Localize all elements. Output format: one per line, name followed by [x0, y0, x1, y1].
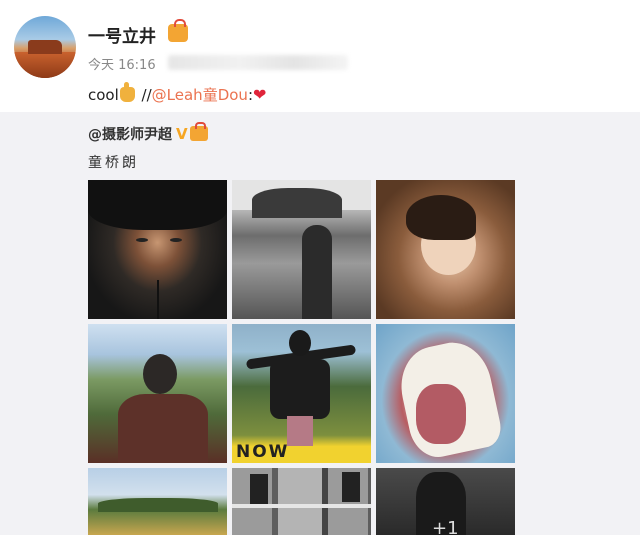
mention-link[interactable]: @Leah童Dou	[152, 86, 248, 104]
post-text: cool //@Leah童Dou:❤	[88, 82, 267, 105]
heart-icon: ❤	[253, 85, 267, 104]
blurred-source	[168, 55, 348, 70]
photo-2[interactable]	[232, 180, 371, 319]
photo-5[interactable]: NOW	[232, 324, 371, 463]
photo-9[interactable]: +1	[376, 468, 515, 535]
photo-6[interactable]	[376, 324, 515, 463]
photo-9-overlay-text: +1	[432, 518, 459, 535]
original-text: 童桥朗	[88, 155, 139, 171]
photo-3[interactable]	[376, 180, 515, 319]
thumbs-up-icon	[119, 82, 135, 102]
post-time: 今天 16:16	[88, 58, 156, 73]
photo-5-overlay-text: NOW	[236, 442, 290, 462]
verified-icon: V	[176, 125, 188, 143]
vip-badge-icon	[189, 122, 208, 141]
original-author: @摄影师尹超 V	[88, 122, 208, 144]
username[interactable]: 一号立井	[88, 22, 156, 47]
photo-1[interactable]	[88, 180, 227, 319]
post-card: 一号立井 今天 16:16 cool //@Leah童Dou:❤	[0, 0, 640, 110]
post-text-separator: //	[136, 86, 152, 104]
avatar[interactable]	[14, 16, 76, 78]
photo-4[interactable]	[88, 324, 227, 463]
vip-badge-icon	[168, 19, 188, 42]
photo-8[interactable]	[232, 468, 371, 535]
photo-grid: NOW +1	[88, 180, 518, 535]
original-author-link[interactable]: @摄影师尹超	[88, 127, 172, 143]
photo-7[interactable]	[88, 468, 227, 535]
repost-card[interactable]: @摄影师尹超 V 童桥朗 NOW +1	[0, 112, 640, 535]
post-text-prefix: cool	[88, 86, 119, 104]
